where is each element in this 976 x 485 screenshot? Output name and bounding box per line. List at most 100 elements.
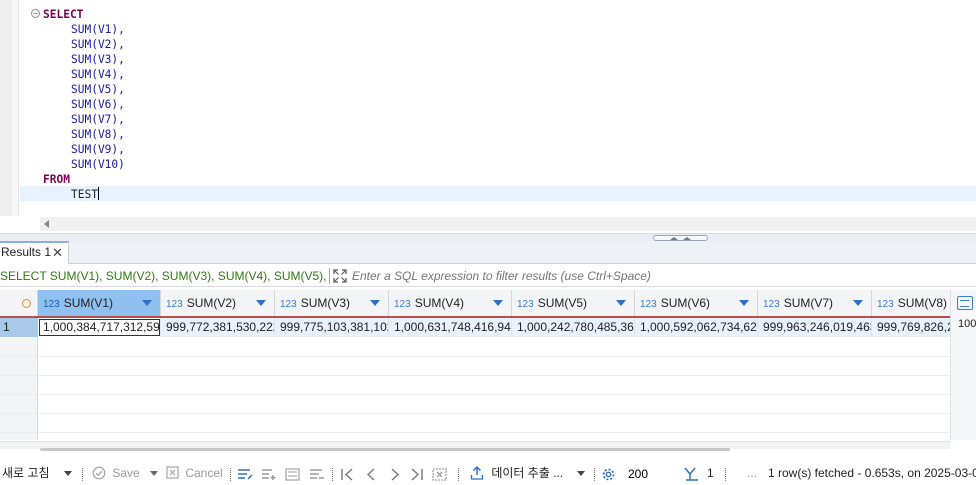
- sort-icon[interactable]: [256, 300, 266, 306]
- sort-icon[interactable]: [493, 300, 503, 306]
- row-selector-icon: [22, 299, 31, 308]
- table-cell[interactable]: 999,963,246,019,463: [758, 318, 872, 337]
- empty-row: [0, 395, 950, 414]
- sql-editor[interactable]: − SELECT SUM(V1), SUM(V2), SUM(V3), SUM(…: [0, 0, 976, 233]
- last-page-icon[interactable]: [410, 468, 424, 481]
- table-row[interactable]: 1 1,000,384,717,312,596 999,772,381,530,…: [0, 318, 950, 337]
- refresh-button[interactable]: 새로 고침: [2, 462, 72, 485]
- column-label: SUM(V7): [783, 296, 834, 310]
- divider: [458, 468, 459, 481]
- code-line-table: TEST: [71, 187, 99, 202]
- chevron-down-icon[interactable]: [577, 471, 586, 477]
- numeric-type-icon: 123: [763, 299, 780, 310]
- expand-icon[interactable]: [333, 269, 347, 283]
- table-cell[interactable]: 999,769,826,25: [872, 318, 950, 337]
- divider: [594, 468, 595, 481]
- results-toolbar: 새로 고침 Save Cancel 데이터 추출 ... 1: [0, 462, 976, 485]
- numeric-type-icon: 123: [877, 299, 894, 310]
- duplicate-row-icon[interactable]: [285, 468, 301, 481]
- scrollbar-thumb[interactable]: [40, 448, 730, 451]
- tab-label: Results 1: [1, 245, 52, 259]
- code-line: SUM(V9),: [71, 143, 125, 156]
- close-icon[interactable]: ✕: [52, 243, 63, 262]
- column-header-sum-v3[interactable]: 123 SUM(V3): [275, 290, 389, 316]
- status-text: 1 row(s) fetched - 0.653s, on 2025-03-07: [768, 466, 976, 480]
- table-cell[interactable]: 1,000,631,748,416,945: [389, 318, 512, 337]
- table-cell[interactable]: 1,000,384,717,312,596: [38, 318, 161, 337]
- sort-icon[interactable]: [739, 300, 749, 306]
- side-value: 100: [958, 318, 976, 330]
- cancel-button[interactable]: Cancel: [166, 462, 223, 485]
- edit-row-icon[interactable]: [237, 468, 253, 481]
- fetch-size-input[interactable]: [624, 465, 676, 483]
- code-line: SUM(V1),: [71, 23, 125, 36]
- column-header-sum-v1[interactable]: 123 SUM(V1): [38, 290, 161, 316]
- column-header-sum-v6[interactable]: 123 SUM(V6): [635, 290, 758, 316]
- code-line: SUM(V5),: [71, 83, 125, 96]
- table-cell[interactable]: 999,772,381,530,222: [161, 318, 275, 337]
- scroll-left-icon[interactable]: [44, 220, 49, 228]
- export-label: 데이터 추출 ...: [491, 466, 564, 480]
- results-grid[interactable]: 123 SUM(V1) 123 SUM(V2) 123 SUM(V3) 123 SUM(…: [0, 290, 950, 440]
- gear-icon[interactable]: [601, 467, 616, 482]
- column-label: SUM(V2): [186, 296, 237, 310]
- editor-gutter: [0, 0, 12, 216]
- column-header-sum-v7[interactable]: 123 SUM(V7): [758, 290, 872, 316]
- editor-ruler: [12, 0, 19, 216]
- export-data-button[interactable]: 데이터 추출 ...: [470, 462, 586, 485]
- column-header-sum-v5[interactable]: 123 SUM(V5): [512, 290, 635, 316]
- delete-row-icon[interactable]: [309, 468, 325, 481]
- next-page-icon[interactable]: [388, 468, 402, 481]
- more-options-button[interactable]: ...: [747, 462, 757, 485]
- first-page-icon[interactable]: [340, 468, 354, 481]
- panel-toggle-icon[interactable]: [957, 296, 973, 310]
- row-count: 1: [707, 466, 714, 480]
- grid-header: 123 SUM(V1) 123 SUM(V2) 123 SUM(V3) 123 SUM(…: [0, 290, 950, 318]
- divider: [332, 468, 333, 481]
- chevron-down-icon[interactable]: [63, 471, 72, 477]
- table-cell[interactable]: 1,000,242,780,485,363: [512, 318, 635, 337]
- code-line: SUM(V7),: [71, 113, 125, 126]
- column-label: SUM(V3): [300, 296, 351, 310]
- divider: [329, 268, 330, 284]
- fetch-all-icon[interactable]: [432, 468, 447, 481]
- editor-horizontal-scrollbar[interactable]: [40, 217, 976, 231]
- column-header-sum-v8[interactable]: 123 SUM(V8): [872, 290, 950, 316]
- sort-icon[interactable]: [853, 300, 863, 306]
- grid-corner[interactable]: [0, 290, 38, 316]
- numeric-type-icon: 123: [43, 299, 60, 310]
- numeric-type-icon: 123: [394, 299, 411, 310]
- query-text: SELECT SUM(V1), SUM(V2), SUM(V3), SUM(V4…: [0, 269, 326, 283]
- code-line: SUM(V4),: [71, 68, 125, 81]
- empty-row: [0, 338, 950, 357]
- divider: [725, 468, 726, 481]
- filter-bar: SELECT SUM(V1), SUM(V2), SUM(V3), SUM(V4…: [0, 265, 976, 287]
- add-row-icon[interactable]: [261, 468, 277, 481]
- sort-icon[interactable]: [616, 300, 626, 306]
- column-label: SUM(V8): [897, 296, 948, 310]
- row-number[interactable]: 1: [0, 318, 38, 337]
- panel-splitter[interactable]: [0, 233, 976, 241]
- code-line: SUM(V2),: [71, 38, 125, 51]
- filter-input[interactable]: [352, 267, 972, 285]
- empty-row: [0, 414, 950, 433]
- chevron-down-icon[interactable]: [149, 471, 158, 477]
- column-header-sum-v4[interactable]: 123 SUM(V4): [389, 290, 512, 316]
- save-button[interactable]: Save: [92, 462, 158, 485]
- check-circle-icon: [92, 466, 106, 480]
- tab-results-1[interactable]: Results 1 ✕: [0, 241, 69, 264]
- collapse-icon[interactable]: −: [31, 9, 40, 18]
- code-keyword-from: FROM: [43, 173, 70, 186]
- previous-page-icon[interactable]: [364, 468, 378, 481]
- sort-icon[interactable]: [142, 300, 152, 306]
- numeric-type-icon: 123: [280, 299, 297, 310]
- export-icon: [470, 466, 484, 480]
- sort-icon[interactable]: [370, 300, 380, 306]
- code-line: SUM(V3),: [71, 53, 125, 66]
- side-panel: 100: [950, 290, 976, 440]
- table-cell[interactable]: 1,000,592,062,734,628: [635, 318, 758, 337]
- table-cell[interactable]: 999,775,103,381,102: [275, 318, 389, 337]
- current-line-highlight: [20, 186, 976, 201]
- row-count-icon[interactable]: [684, 467, 700, 481]
- column-header-sum-v2[interactable]: 123 SUM(V2): [161, 290, 275, 316]
